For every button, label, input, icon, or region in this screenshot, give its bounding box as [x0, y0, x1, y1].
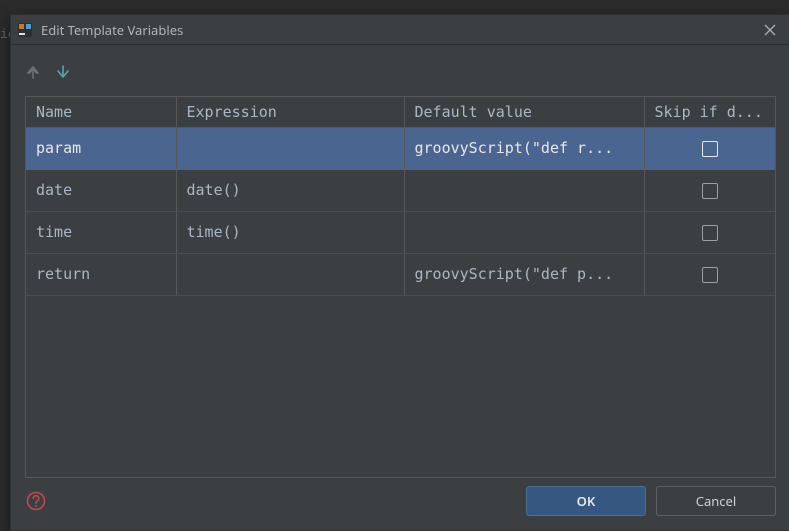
cell-skip[interactable] [644, 127, 776, 169]
cell-skip[interactable] [644, 211, 776, 253]
cell-default-value[interactable]: groovyScript("def p... [404, 253, 644, 295]
cell-default-value[interactable]: groovyScript("def r... [404, 127, 644, 169]
table-row[interactable]: timetime() [26, 211, 776, 253]
cell-name[interactable]: param [26, 127, 176, 169]
table-row[interactable]: return groovyScript("def p... [26, 253, 776, 295]
skip-checkbox[interactable] [702, 267, 718, 283]
arrow-down-icon [56, 65, 70, 79]
variables-table-container: Name Expression Default value Skip if d.… [25, 96, 776, 478]
close-icon [764, 24, 776, 36]
variables-table[interactable]: Name Expression Default value Skip if d.… [26, 97, 776, 296]
skip-checkbox[interactable] [702, 225, 718, 241]
cell-skip[interactable] [644, 253, 776, 295]
skip-checkbox[interactable] [702, 141, 718, 157]
toolbar [11, 45, 789, 92]
close-button[interactable] [756, 16, 784, 44]
cell-skip[interactable] [644, 169, 776, 211]
col-default[interactable]: Default value [404, 97, 644, 128]
help-icon [26, 491, 46, 511]
cancel-button-label: Cancel [696, 492, 736, 510]
arrow-up-icon [26, 65, 40, 79]
move-up-button[interactable] [25, 64, 41, 80]
titlebar: Edit Template Variables [11, 15, 789, 45]
cell-expression[interactable]: date() [176, 169, 404, 211]
table-row[interactable]: param groovyScript("def r... [26, 127, 776, 169]
skip-checkbox[interactable] [702, 183, 718, 199]
edit-template-variables-dialog: Edit Template Variables [10, 14, 789, 531]
cell-name[interactable]: return [26, 253, 176, 295]
ok-button-label: OK [577, 492, 596, 510]
cell-expression[interactable]: time() [176, 211, 404, 253]
intellij-icon [17, 22, 33, 38]
help-button[interactable] [25, 490, 47, 512]
cell-default-value[interactable] [404, 169, 644, 211]
ok-button[interactable]: OK [526, 486, 646, 516]
col-expression[interactable]: Expression [176, 97, 404, 128]
cancel-button[interactable]: Cancel [656, 486, 776, 516]
col-name[interactable]: Name [26, 97, 176, 128]
table-row[interactable]: datedate() [26, 169, 776, 211]
col-skip[interactable]: Skip if d... [644, 97, 776, 128]
move-down-button[interactable] [55, 64, 71, 80]
dialog-footer: OK Cancel [11, 478, 789, 531]
cell-default-value[interactable] [404, 211, 644, 253]
cell-expression[interactable] [176, 127, 404, 169]
cell-name[interactable]: date [26, 169, 176, 211]
cell-expression[interactable] [176, 253, 404, 295]
cell-name[interactable]: time [26, 211, 176, 253]
dialog-title: Edit Template Variables [41, 21, 756, 39]
table-header-row: Name Expression Default value Skip if d.… [26, 97, 776, 128]
